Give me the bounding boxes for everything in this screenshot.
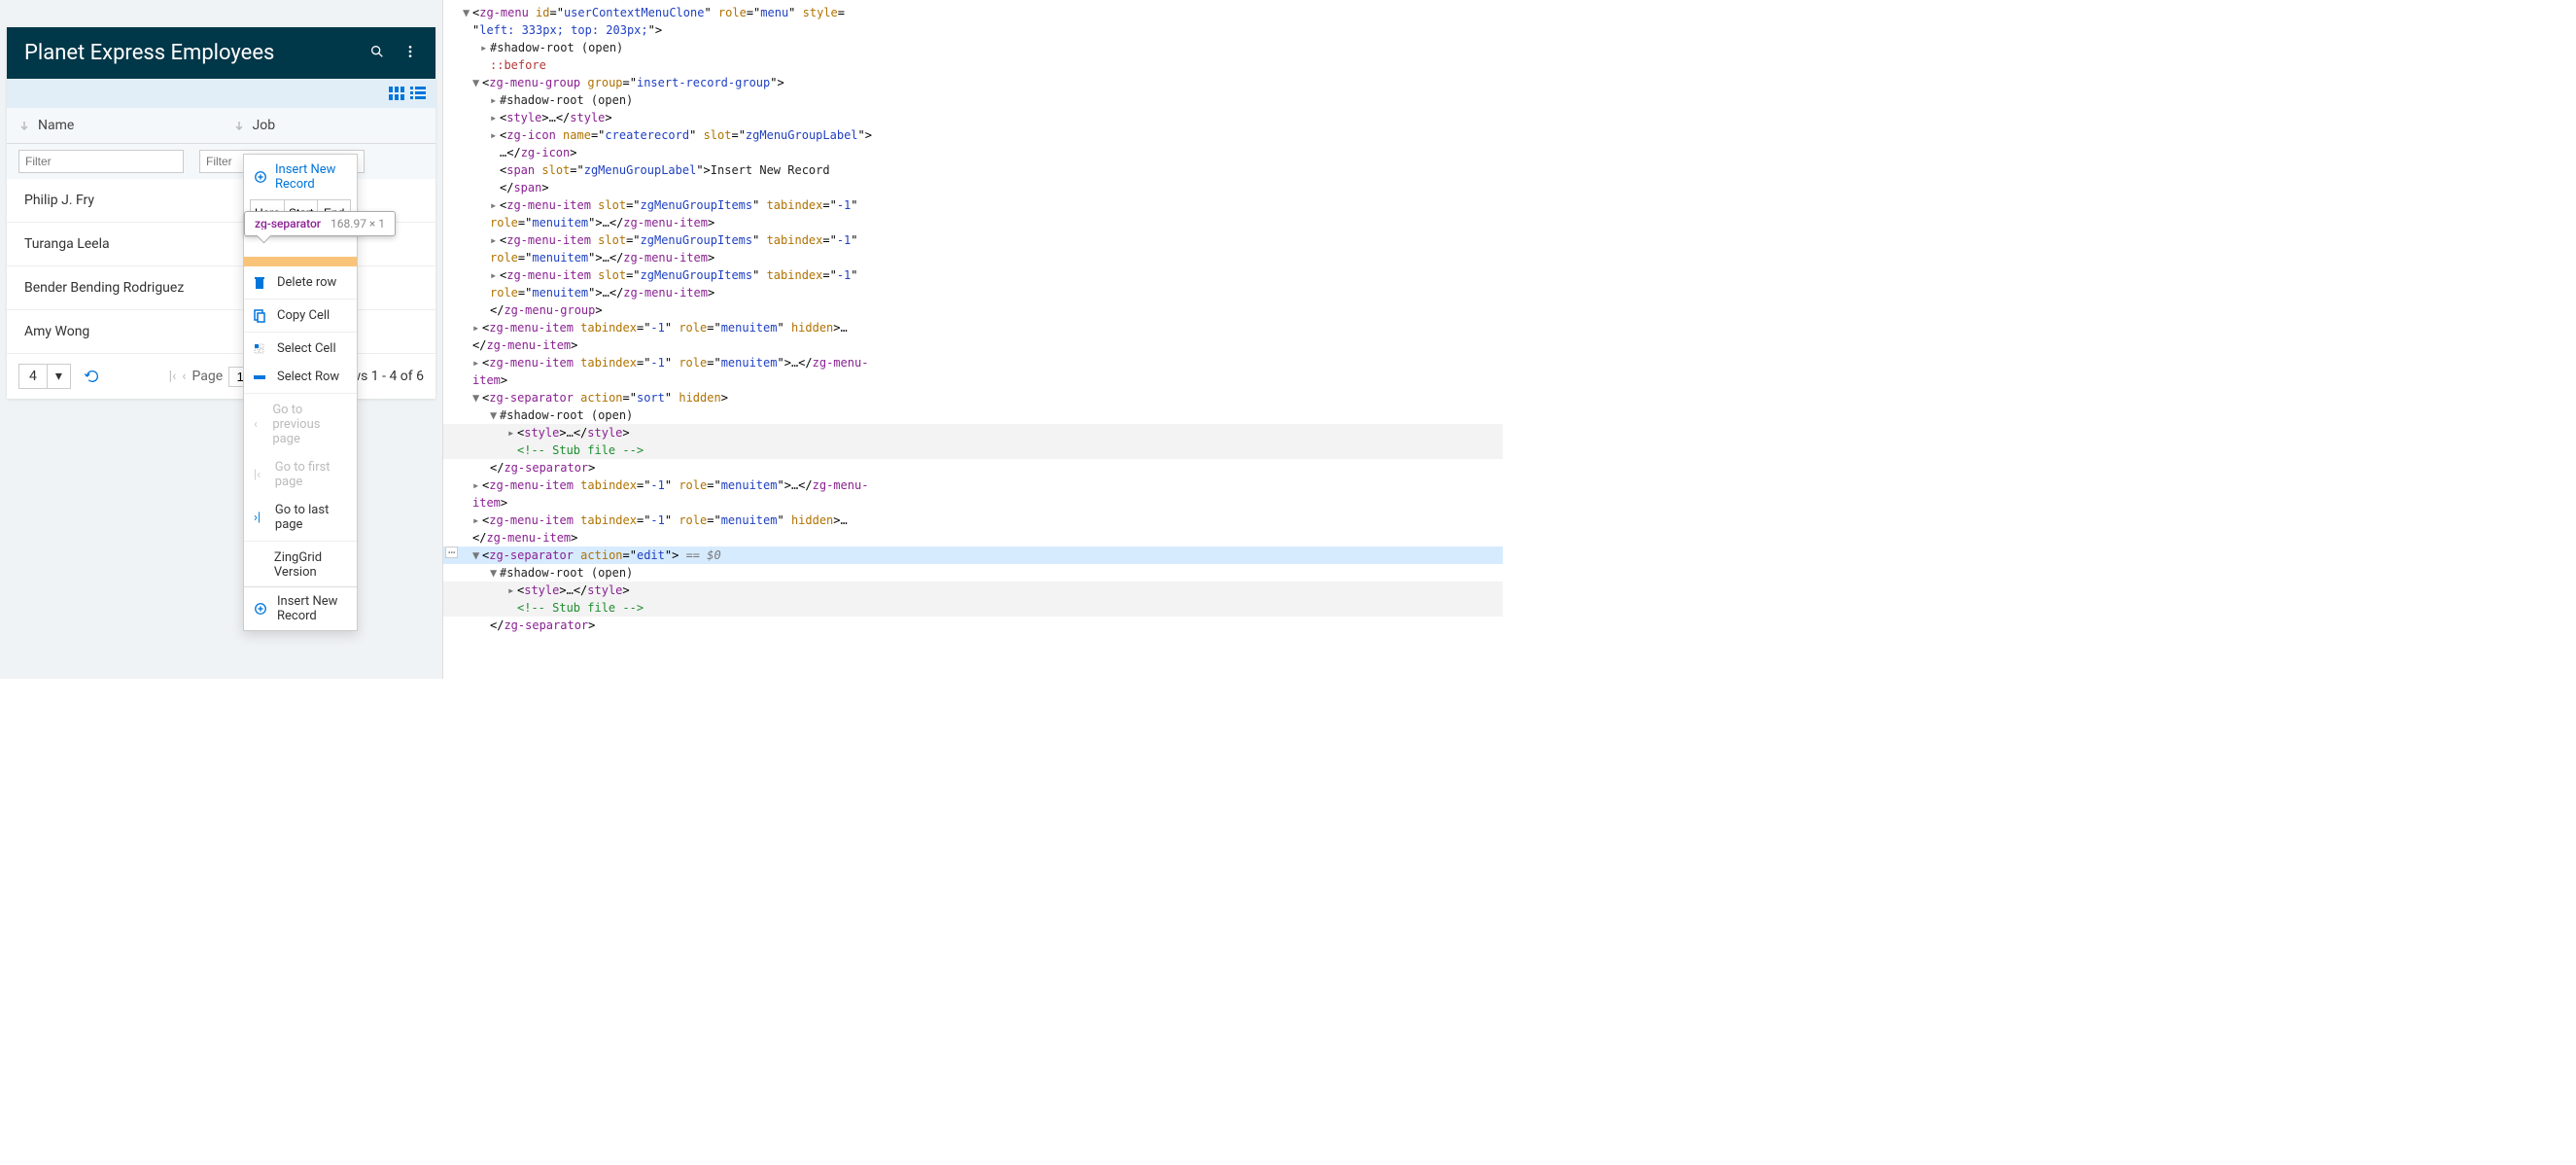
- column-header-job[interactable]: Job: [222, 108, 436, 143]
- menu-item-insert-footer[interactable]: Insert New Record: [244, 586, 357, 630]
- first-page-icon: |‹: [254, 468, 265, 482]
- twisty-open-icon[interactable]: ▼: [472, 389, 482, 406]
- preview-pane: Planet Express Employees: [0, 0, 443, 679]
- twisty-closed-icon[interactable]: ▸: [490, 231, 500, 249]
- twisty-open-icon[interactable]: ▼: [490, 564, 500, 582]
- column-headers: Name Job: [7, 108, 435, 144]
- devtools-elements[interactable]: ▼<zg-menu id="userContextMenuClone" role…: [443, 0, 1503, 679]
- menu-item-copy-cell[interactable]: Copy Cell: [244, 301, 357, 330]
- kebab-menu-icon[interactable]: [402, 44, 418, 63]
- table-row[interactable]: Amy Wong: [7, 310, 435, 354]
- sort-icon: [18, 120, 30, 131]
- filter-name[interactable]: [18, 150, 184, 173]
- search-icon[interactable]: [369, 44, 385, 63]
- twisty-closed-icon[interactable]: ▸: [472, 512, 482, 529]
- reload-icon[interactable]: [85, 369, 100, 384]
- twisty-closed-icon[interactable]: ▸: [480, 39, 490, 56]
- grid-caption: Planet Express Employees: [7, 27, 435, 79]
- sort-icon: [233, 120, 245, 131]
- twisty-closed-icon[interactable]: ▸: [472, 354, 482, 371]
- twisty-closed-icon[interactable]: ▸: [472, 477, 482, 494]
- column-header-name[interactable]: Name: [7, 108, 222, 143]
- menu-item-goto-first: |‹ Go to first page: [244, 453, 357, 496]
- last-page-icon: ›|: [254, 511, 265, 525]
- plus-circle-icon: [254, 170, 267, 184]
- filter-row: [7, 144, 435, 179]
- ellipsis-icon[interactable]: ⋯: [445, 547, 458, 558]
- menu-item-version[interactable]: ZingGrid Version: [244, 544, 357, 586]
- caret-down-icon: ▾: [47, 365, 70, 388]
- twisty-open-icon[interactable]: ▼: [463, 4, 472, 21]
- card-view-icon[interactable]: [389, 87, 404, 100]
- trash-icon: [254, 276, 267, 290]
- twisty-closed-icon[interactable]: ▸: [472, 319, 482, 336]
- twisty-closed-icon[interactable]: ▸: [490, 109, 500, 126]
- twisty-closed-icon[interactable]: ▸: [490, 91, 500, 109]
- chevron-left-icon: ‹: [254, 417, 262, 432]
- menu-item-edit-cell-obscured[interactable]: [244, 239, 357, 255]
- grid-toolbar: [7, 79, 435, 108]
- twisty-open-icon[interactable]: ▼: [490, 406, 500, 424]
- prev-page-icon[interactable]: ‹: [182, 369, 186, 384]
- twisty-closed-icon[interactable]: ▸: [490, 266, 500, 284]
- copy-icon: [254, 309, 267, 323]
- menu-item-select-row[interactable]: Select Row: [244, 363, 357, 391]
- menu-item-delete-row[interactable]: Delete row: [244, 268, 357, 297]
- twisty-open-icon[interactable]: ▼: [472, 74, 482, 91]
- select-cell-icon: [254, 343, 267, 355]
- menu-group-insert: Insert New Record: [244, 155, 357, 199]
- element-tooltip: zg-separator 168.97 × 1: [244, 211, 396, 236]
- row-view-icon[interactable]: [410, 87, 426, 100]
- twisty-open-icon[interactable]: ▼: [472, 547, 482, 564]
- twisty-closed-icon[interactable]: ▸: [507, 582, 517, 599]
- twisty-closed-icon[interactable]: ▸: [490, 126, 500, 144]
- twisty-closed-icon[interactable]: ▸: [507, 424, 517, 441]
- menu-item-goto-last[interactable]: ›| Go to last page: [244, 496, 357, 539]
- grid-title: Planet Express Employees: [24, 41, 369, 65]
- inspected-separator: [244, 257, 357, 266]
- menu-item-goto-prev: ‹ Go to previous page: [244, 396, 357, 453]
- plus-circle-icon: [254, 602, 267, 616]
- pager: 4 ▾ |‹ ‹ Page o Rows 1 - 4 of 6: [7, 354, 435, 399]
- menu-item-select-cell[interactable]: Select Cell: [244, 335, 357, 363]
- twisty-closed-icon[interactable]: ▸: [490, 196, 500, 214]
- page-size-select[interactable]: 4 ▾: [18, 364, 71, 389]
- select-row-icon: [254, 371, 267, 383]
- first-page-icon[interactable]: |‹: [169, 369, 177, 384]
- selected-dom-node[interactable]: ⋯▼<zg-separator action="edit"> == $0: [443, 547, 1503, 564]
- table-row[interactable]: Bender Bending Rodriguez: [7, 266, 435, 310]
